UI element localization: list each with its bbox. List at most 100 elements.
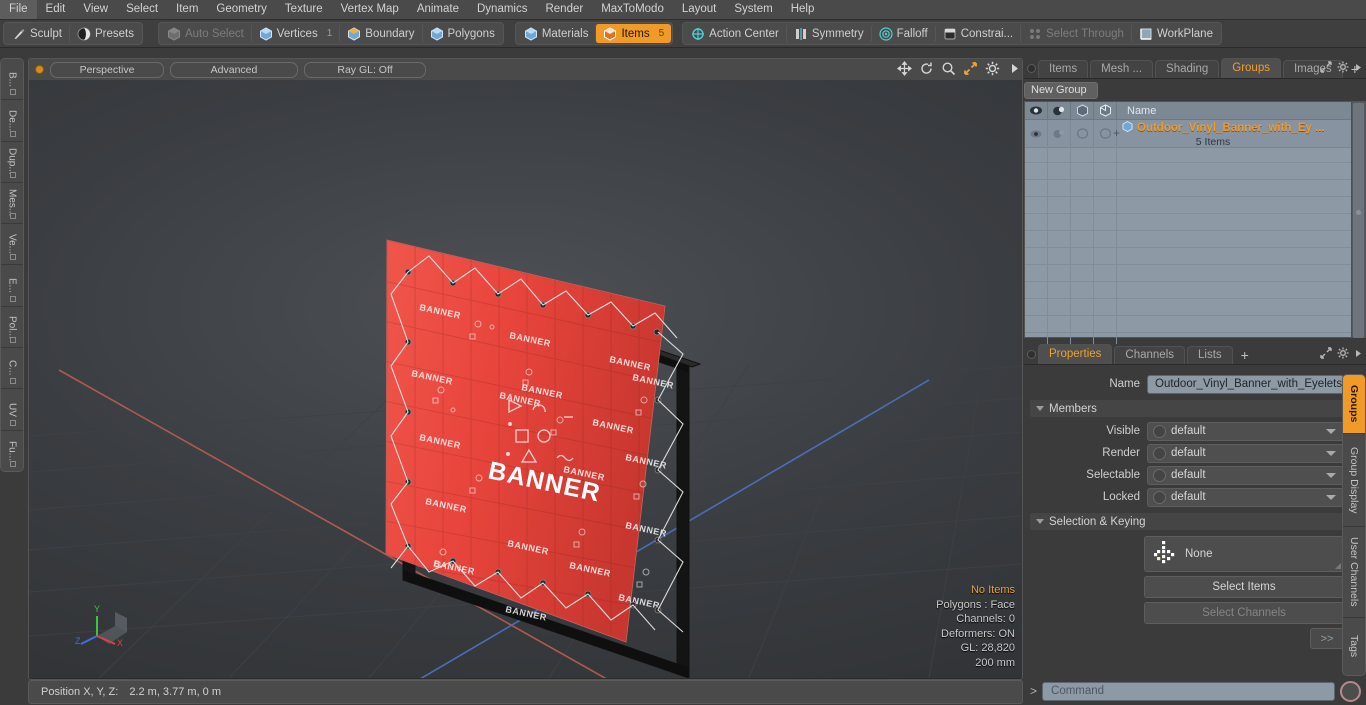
members-section-header[interactable]: Members: [1030, 400, 1344, 417]
col-cube-alt-icon[interactable]: [1094, 102, 1117, 119]
move-icon[interactable]: [897, 61, 912, 76]
auto-select-button[interactable]: Auto Select: [160, 24, 251, 43]
visible-knob-icon[interactable]: [1153, 424, 1166, 438]
expand-icon[interactable]: [1320, 61, 1332, 76]
fit-icon[interactable]: [963, 61, 978, 76]
group-list-scrollbar[interactable]: [1351, 102, 1365, 338]
selection-set-button[interactable]: None: [1144, 536, 1344, 572]
falloff-button[interactable]: Falloff: [870, 24, 935, 43]
tab-shading[interactable]: Shading: [1155, 60, 1220, 78]
row-shadow-icon[interactable]: [1048, 120, 1071, 147]
record-circle-icon[interactable]: [1340, 680, 1361, 702]
polygons-button[interactable]: Polygons: [421, 24, 502, 43]
left-tab-8[interactable]: UV: [1, 389, 23, 431]
selectable-dropdown[interactable]: default: [1147, 465, 1344, 485]
zoom-icon[interactable]: [941, 61, 956, 76]
left-tab-2[interactable]: Dup...: [1, 142, 23, 183]
viewport-view-mode[interactable]: Perspective: [50, 61, 164, 78]
left-tab-3[interactable]: Mes...: [1, 183, 23, 225]
left-tab-6[interactable]: Pol...: [1, 307, 23, 349]
menu-item-animate[interactable]: Animate: [408, 0, 468, 19]
command-input[interactable]: Command: [1042, 681, 1335, 701]
items-button[interactable]: Items 5: [595, 24, 672, 43]
locked-dropdown[interactable]: default: [1147, 487, 1344, 507]
resize-corner-icon[interactable]: [1335, 563, 1341, 569]
group-list-row-selected[interactable]: + Outdoor_Vinyl_Banner_with_Ey ... 5 Ite…: [1025, 120, 1365, 148]
col-shadow-icon[interactable]: [1048, 102, 1071, 119]
properties-expand-icon[interactable]: [1320, 347, 1332, 362]
action-center-button[interactable]: Action Center: [684, 24, 786, 43]
tab-lists[interactable]: Lists: [1187, 346, 1233, 364]
materials-button[interactable]: Materials: [517, 24, 596, 43]
more-options-button[interactable]: >>: [1310, 628, 1344, 649]
viewport-shading-mode[interactable]: Advanced: [170, 61, 298, 78]
name-input[interactable]: Outdoor_Vinyl_Banner_with_Eyelets_: [1147, 374, 1344, 394]
workplane-button[interactable]: WorkPlane: [1130, 24, 1220, 43]
visible-dropdown[interactable]: default: [1147, 421, 1344, 441]
new-group-button[interactable]: New Group: [1024, 81, 1098, 99]
vertices-button[interactable]: Vertices 1: [250, 24, 339, 43]
viewport-3d[interactable]: Perspective Advanced Ray GL: Off BANNER …: [28, 58, 1023, 680]
menu-item-maxtomodo[interactable]: MaxToModo: [592, 0, 673, 19]
rotate-icon[interactable]: [919, 61, 934, 76]
render-knob-icon[interactable]: [1153, 446, 1166, 460]
symmetry-button[interactable]: Symmetry: [785, 24, 871, 43]
side-tab-tags[interactable]: Tags: [1343, 618, 1365, 675]
tab-groups[interactable]: Groups: [1221, 58, 1281, 78]
menu-item-vertex-map[interactable]: Vertex Map: [332, 0, 408, 19]
left-tab-9[interactable]: Fu...: [1, 431, 23, 471]
menu-item-help[interactable]: Help: [782, 0, 824, 19]
properties-more-icon[interactable]: [1354, 348, 1363, 362]
viewport-canvas[interactable]: BANNER BANNER BANNER BANNER BANNER BANNE…: [29, 80, 1022, 678]
menu-item-item[interactable]: Item: [167, 0, 207, 19]
menu-item-texture[interactable]: Texture: [276, 0, 332, 19]
selectable-knob-icon[interactable]: [1153, 468, 1166, 482]
sculpt-button[interactable]: Sculpt: [5, 24, 69, 43]
gear-icon[interactable]: [985, 61, 1000, 76]
left-tab-7[interactable]: C...: [1, 348, 23, 390]
menu-item-render[interactable]: Render: [536, 0, 592, 19]
group-list-scroll-thumb[interactable]: [1353, 103, 1364, 338]
properties-gear-icon[interactable]: [1337, 347, 1349, 362]
presets-button[interactable]: Presets: [68, 24, 141, 43]
menu-item-dynamics[interactable]: Dynamics: [468, 0, 536, 19]
row-eye-icon[interactable]: [1025, 120, 1048, 147]
panel-menu-knob[interactable]: [1024, 58, 1038, 78]
menu-item-system[interactable]: System: [725, 0, 781, 19]
render-dropdown[interactable]: default: [1147, 443, 1344, 463]
menu-item-select[interactable]: Select: [117, 0, 167, 19]
menu-item-file[interactable]: File: [0, 0, 37, 19]
tab-mesh[interactable]: Mesh ...: [1090, 60, 1154, 78]
menu-item-view[interactable]: View: [74, 0, 117, 19]
left-tab-0[interactable]: B...: [1, 59, 23, 101]
side-tab-group-display[interactable]: Group Display: [1343, 434, 1365, 527]
play-icon[interactable]: [1007, 61, 1022, 76]
tab-properties[interactable]: Properties: [1038, 344, 1113, 364]
row-visible-toggle[interactable]: [1071, 120, 1094, 147]
side-tab-user-channels[interactable]: User Channels: [1343, 527, 1365, 618]
viewport-raygl-toggle[interactable]: Ray GL: Off: [304, 61, 426, 78]
left-tab-1[interactable]: De...: [1, 100, 23, 142]
menu-item-geometry[interactable]: Geometry: [207, 0, 276, 19]
col-cube-outline-icon[interactable]: [1071, 102, 1094, 119]
menu-item-edit[interactable]: Edit: [37, 0, 75, 19]
boundary-button[interactable]: Boundary: [339, 24, 421, 43]
tab-items[interactable]: Items: [1038, 60, 1089, 78]
panel-more-icon[interactable]: [1354, 62, 1363, 76]
constraint-button[interactable]: Constrai...: [934, 24, 1020, 43]
selection-keying-section-header[interactable]: Selection & Keying: [1030, 513, 1344, 530]
menu-item-layout[interactable]: Layout: [673, 0, 726, 19]
tab-channels[interactable]: Channels: [1114, 346, 1186, 364]
viewport-options-dot[interactable]: [35, 65, 44, 74]
left-tab-5[interactable]: E...: [1, 265, 23, 307]
locked-knob-icon[interactable]: [1153, 490, 1166, 504]
panel-gear-icon[interactable]: [1337, 61, 1349, 76]
col-eye-icon[interactable]: [1025, 102, 1048, 119]
select-channels-button[interactable]: Select Channels: [1144, 602, 1344, 624]
side-tab-groups[interactable]: Groups: [1343, 375, 1365, 434]
left-tab-4[interactable]: Ve...: [1, 224, 23, 266]
properties-menu-knob[interactable]: [1024, 344, 1038, 364]
group-row-expander[interactable]: +: [1113, 126, 1120, 140]
select-through-button[interactable]: Select Through: [1020, 24, 1131, 43]
properties-add-tab-button[interactable]: +: [1235, 347, 1255, 364]
